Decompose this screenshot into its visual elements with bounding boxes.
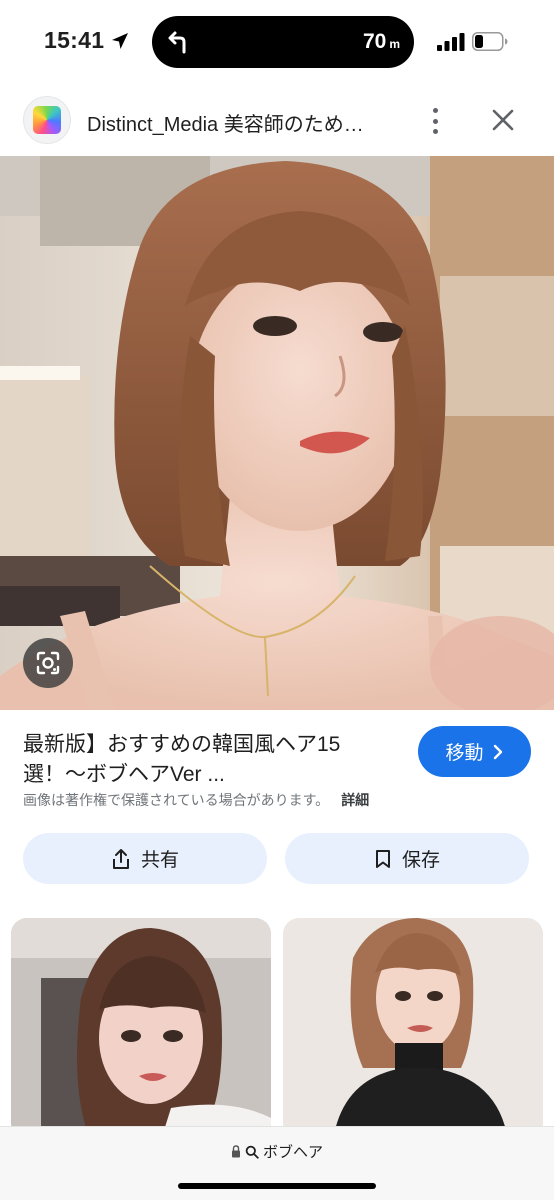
search-icon <box>245 1145 259 1159</box>
related-photo-2 <box>283 918 543 1140</box>
more-vert-icon-dot <box>432 118 438 124</box>
site-title[interactable]: Distinct_Media 美容師のため… <box>87 108 364 137</box>
cellular-signal-icon <box>437 33 465 51</box>
turn-left-arrow-icon <box>168 31 186 54</box>
related-image[interactable] <box>11 918 271 1140</box>
search-query: ボブヘア <box>262 1144 323 1161</box>
home-indicator[interactable] <box>178 1183 376 1189</box>
close-icon[interactable] <box>489 106 517 134</box>
result-title[interactable]: 最新版】おすすめの韓国風ヘア15選！〜ボブヘアVer ... <box>23 730 403 790</box>
photo-gallery-icon <box>33 106 61 134</box>
save-button[interactable]: 保存 <box>285 833 529 884</box>
lens-search-button[interactable] <box>23 638 73 688</box>
share-icon <box>112 848 129 869</box>
more-vert-icon-dot <box>432 129 438 134</box>
bookmark-icon <box>375 849 390 868</box>
image-viewer-header: Distinct_Media 美容師のため… <box>0 90 554 152</box>
clock: 15:41 <box>44 27 130 54</box>
status-bar: 15:41 70 m <box>0 0 554 84</box>
visit-button[interactable]: 移動 <box>418 726 531 777</box>
related-photo-1 <box>11 918 271 1140</box>
copyright-text: 画像は著作権で保護されている場合があります。 <box>23 792 330 808</box>
lock-icon <box>231 1145 240 1158</box>
more-vert-icon <box>432 108 438 113</box>
details-link[interactable]: 詳細 <box>341 792 369 808</box>
main-image-preview[interactable] <box>0 156 554 710</box>
portrait-photo <box>0 156 554 710</box>
save-label: 保存 <box>401 850 440 871</box>
more-options-button[interactable] <box>423 106 447 136</box>
chevron-right-icon <box>493 744 502 759</box>
navigation-distance: 70 m <box>363 30 400 54</box>
visit-button-label: 移動 <box>445 743 484 764</box>
battery-icon <box>472 32 508 51</box>
distance-unit: m <box>389 37 400 51</box>
distance-value: 70 <box>362 30 387 53</box>
lens-camera-icon <box>36 651 60 675</box>
copyright-notice: 画像は著作権で保護されている場合があります。 詳細 <box>23 790 369 810</box>
clock-time: 15:41 <box>44 27 105 53</box>
dynamic-island-navigation[interactable]: 70 m <box>152 16 414 68</box>
address-bar[interactable]: ボブヘア <box>0 1141 554 1162</box>
site-favicon[interactable] <box>23 96 71 144</box>
share-button[interactable]: 共有 <box>23 833 267 884</box>
related-image[interactable] <box>283 918 543 1140</box>
share-label: 共有 <box>140 850 179 871</box>
location-arrow-icon <box>112 32 129 49</box>
